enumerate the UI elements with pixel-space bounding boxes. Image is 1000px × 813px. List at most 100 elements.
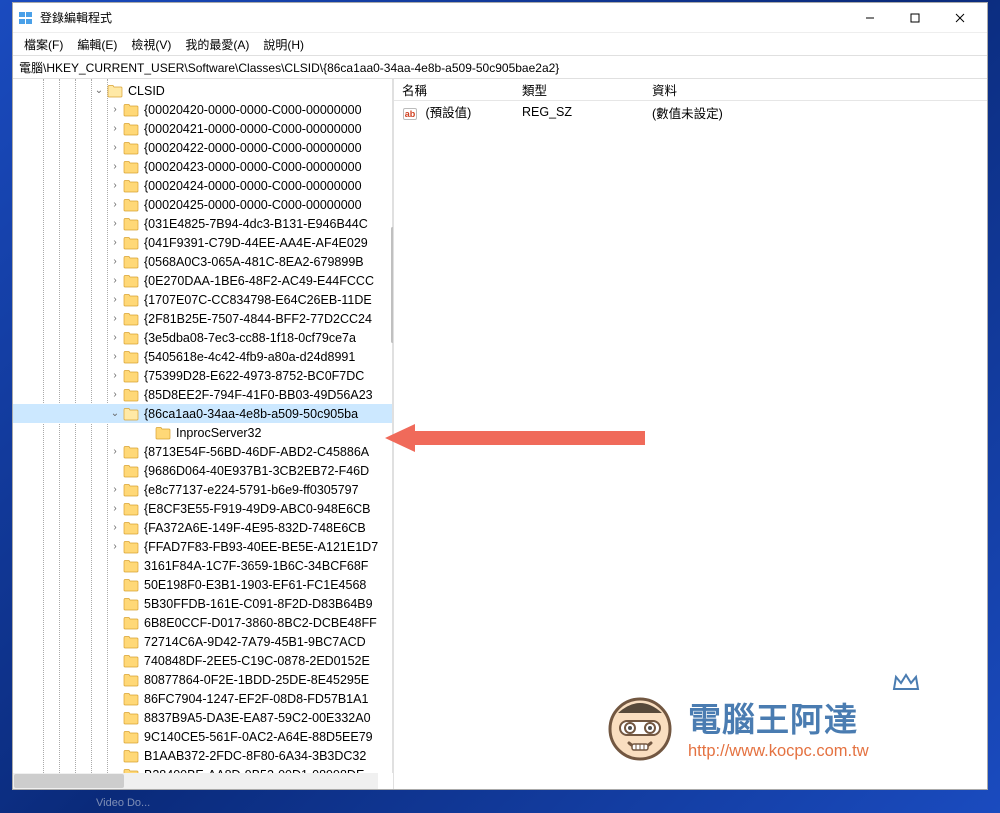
tree-node-inprocserver32[interactable]: InprocServer32 <box>13 423 393 442</box>
tree-toggle[interactable]: › <box>107 313 123 324</box>
tree-node[interactable]: ›{00020425-0000-0000-C000-00000000 <box>13 195 393 214</box>
col-data[interactable]: 資料 <box>644 80 987 99</box>
tree-node[interactable]: ›{85D8EE2F-794F-41F0-BB03-49D56A23 <box>13 385 393 404</box>
tree-node[interactable]: ›{031E4825-7B94-4dc3-B131-E946B44C <box>13 214 393 233</box>
tree-toggle[interactable]: › <box>107 180 123 191</box>
tree-toggle[interactable]: › <box>107 484 123 495</box>
tree-toggle[interactable]: ⌄ <box>91 85 107 96</box>
menu-edit[interactable]: 編輯(E) <box>70 34 124 55</box>
tree-toggle[interactable]: › <box>107 142 123 153</box>
tree-node[interactable]: ›{8713E54F-56BD-46DF-ABD2-C45886A <box>13 442 393 461</box>
string-value-icon: ab <box>402 106 418 122</box>
tree-toggle[interactable]: › <box>107 237 123 248</box>
tree-toggle[interactable]: › <box>107 332 123 343</box>
tree-node[interactable]: 72714C6A-9D42-7A79-45B1-9BC7ACD <box>13 632 393 651</box>
tree-node-selected[interactable]: ⌄{86ca1aa0-34aa-4e8b-a509-50c905ba <box>13 404 393 423</box>
tree-node[interactable]: ›{FA372A6E-149F-4E95-832D-748E6CB <box>13 518 393 537</box>
tree-toggle[interactable]: › <box>107 104 123 115</box>
tree-node[interactable]: ›{00020421-0000-0000-C000-00000000 <box>13 119 393 138</box>
tree-label: {E8CF3E55-F919-49D9-ABC0-948E6CB <box>142 502 373 516</box>
list-header[interactable]: 名稱 類型 資料 <box>394 79 987 101</box>
tree-toggle[interactable]: ⌄ <box>107 408 123 419</box>
address-text: 電腦\HKEY_CURRENT_USER\Software\Classes\CL… <box>19 59 559 76</box>
regedit-window: 登錄編輯程式 檔案(F) 編輯(E) 檢視(V) 我的最愛(A) 說明(H) 電… <box>12 2 988 790</box>
maximize-button[interactable] <box>892 3 937 32</box>
tree-toggle[interactable]: › <box>107 446 123 457</box>
tree-node[interactable]: 8837B9A5-DA3E-EA87-59C2-00E332A0 <box>13 708 393 727</box>
tree-node[interactable]: ›{75399D28-E622-4973-8752-BC0F7DC <box>13 366 393 385</box>
folder-icon <box>123 103 139 117</box>
title-bar[interactable]: 登錄編輯程式 <box>13 3 987 33</box>
tree-node[interactable]: B1AAB372-2FDC-8F80-6A34-3B3DC32 <box>13 746 393 765</box>
tree-node[interactable]: 740848DF-2EE5-C19C-0878-2ED0152E <box>13 651 393 670</box>
tree-label: {00020424-0000-0000-C000-00000000 <box>142 179 364 193</box>
tree-label: 5B30FFDB-161E-C091-8F2D-D83B64B9 <box>142 597 375 611</box>
tree-node[interactable]: 86FC7904-1247-EF2F-08D8-FD57B1A1 <box>13 689 393 708</box>
watermark-url: http://www.kocpc.com.tw <box>688 742 869 761</box>
scrollbar-thumb[interactable] <box>14 774 124 788</box>
tree-node[interactable]: ›{2F81B25E-7507-4844-BFF2-77D2CC24 <box>13 309 393 328</box>
tree-toggle[interactable]: › <box>107 370 123 381</box>
tree-node[interactable]: › {00020420-0000-0000-C000-00000000 <box>13 100 393 119</box>
horizontal-scrollbar[interactable] <box>13 773 378 789</box>
folder-icon <box>123 635 139 649</box>
folder-icon <box>123 350 139 364</box>
tree-node[interactable]: ›{3e5dba08-7ec3-cc88-1f18-0cf79ce7a <box>13 328 393 347</box>
folder-icon <box>123 141 139 155</box>
watermark-logo: 電腦王阿達 http://www.kocpc.com.tw <box>600 681 972 773</box>
tree-toggle[interactable]: › <box>107 123 123 134</box>
tree-toggle[interactable]: › <box>107 389 123 400</box>
tree-toggle[interactable]: › <box>107 161 123 172</box>
folder-icon <box>123 179 139 193</box>
tree-label: 3161F84A-1C7F-3659-1B6C-34BCF68F <box>142 559 370 573</box>
cell-data: (數值未設定) <box>644 103 987 122</box>
tree-label: 86FC7904-1247-EF2F-08D8-FD57B1A1 <box>142 692 370 706</box>
tree-node[interactable]: 80877864-0F2E-1BDD-25DE-8E45295E <box>13 670 393 689</box>
tree-node[interactable]: 5B30FFDB-161E-C091-8F2D-D83B64B9 <box>13 594 393 613</box>
tree-toggle[interactable]: › <box>107 256 123 267</box>
folder-icon <box>123 730 139 744</box>
tree-node[interactable]: ›{FFAD7F83-FB93-40EE-BE5E-A121E1D7 <box>13 537 393 556</box>
tree-node[interactable]: ›{00020422-0000-0000-C000-00000000 <box>13 138 393 157</box>
tree-node[interactable]: ›{1707E07C-CC834798-E64C26EB-11DE <box>13 290 393 309</box>
vertical-scrollbar-thumb[interactable] <box>391 227 394 343</box>
tree-node[interactable]: 50E198F0-E3B1-1903-EF61-FC1E4568 <box>13 575 393 594</box>
col-type[interactable]: 類型 <box>514 80 644 99</box>
tree-node[interactable]: {9686D064-40E937B1-3CB2EB72-F46D <box>13 461 393 480</box>
menu-file[interactable]: 檔案(F) <box>17 34 70 55</box>
tree-node[interactable]: ›{0E270DAA-1BE6-48F2-AC49-E44FCCC <box>13 271 393 290</box>
tree-node[interactable]: 3161F84A-1C7F-3659-1B6C-34BCF68F <box>13 556 393 575</box>
tree-node[interactable]: ›{e8c77137-e224-5791-b6e9-ff0305797 <box>13 480 393 499</box>
list-row[interactable]: ab (預設值) REG_SZ (數值未設定) <box>394 101 987 121</box>
tree-node[interactable]: ›{0568A0C3-065A-481C-8EA2-679899B <box>13 252 393 271</box>
menu-help[interactable]: 說明(H) <box>256 34 311 55</box>
tree-node[interactable]: 9C140CE5-561F-0AC2-A64E-88D5EE79 <box>13 727 393 746</box>
tree-pane[interactable]: ⌄CLSID › {00020420-0000-0000-C000-00000000… <box>13 79 394 789</box>
tree-toggle[interactable]: › <box>107 199 123 210</box>
tree-toggle[interactable]: › <box>107 541 123 552</box>
menu-bar: 檔案(F) 編輯(E) 檢視(V) 我的最愛(A) 說明(H) <box>13 33 987 55</box>
folder-icon <box>123 711 139 725</box>
folder-icon <box>123 388 139 402</box>
tree-toggle[interactable]: › <box>107 351 123 362</box>
tree-node-clsid[interactable]: ⌄CLSID <box>13 81 393 100</box>
tree-node[interactable]: › {E8CF3E55-F919-49D9-ABC0-948E6CB <box>13 499 393 518</box>
tree-node[interactable]: › {00020424-0000-0000-C000-00000000 <box>13 176 393 195</box>
menu-view[interactable]: 檢視(V) <box>124 34 178 55</box>
minimize-button[interactable] <box>847 3 892 32</box>
folder-icon <box>123 540 139 554</box>
tree-toggle[interactable]: › <box>107 294 123 305</box>
tree-node[interactable]: ›{041F9391-C79D-44EE-AA4E-AF4E029 <box>13 233 393 252</box>
col-name[interactable]: 名稱 <box>394 80 514 99</box>
close-button[interactable] <box>937 3 982 32</box>
tree-toggle[interactable]: › <box>107 218 123 229</box>
tree-toggle[interactable]: › <box>107 275 123 286</box>
tree-toggle[interactable]: › <box>107 503 123 514</box>
tree-node[interactable]: 6B8E0CCF-D017-3860-8BC2-DCBE48FF <box>13 613 393 632</box>
menu-favorites[interactable]: 我的最愛(A) <box>178 34 256 55</box>
tree-node[interactable]: ›{00020423-0000-0000-C000-00000000 <box>13 157 393 176</box>
tree-node[interactable]: ›{5405618e-4c42-4fb9-a80a-d24d8991 <box>13 347 393 366</box>
tree-label: {00020420-0000-0000-C000-00000000 <box>142 103 364 117</box>
tree-toggle[interactable]: › <box>107 522 123 533</box>
address-bar[interactable]: 電腦\HKEY_CURRENT_USER\Software\Classes\CL… <box>13 55 987 79</box>
